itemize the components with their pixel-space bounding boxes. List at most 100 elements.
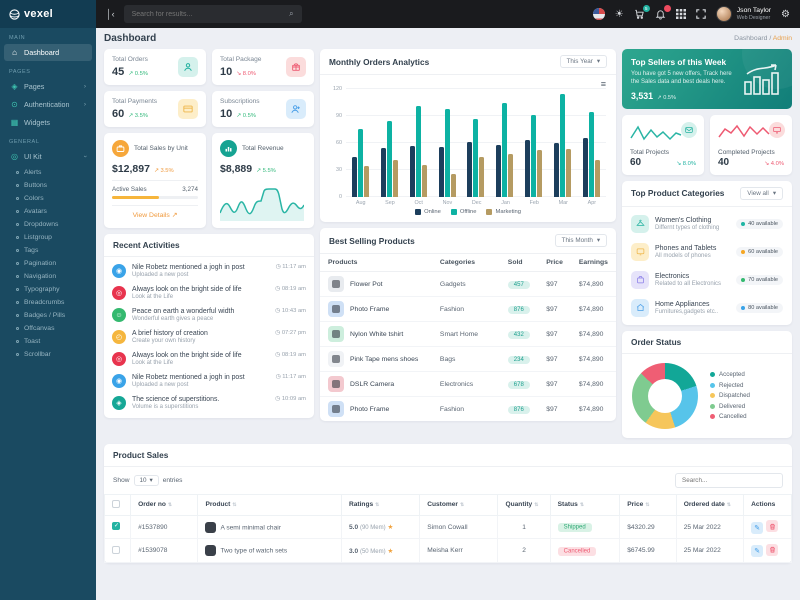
view-details-link[interactable]: View Details ↗ xyxy=(112,205,198,219)
notification-badge xyxy=(664,5,671,12)
sort-icon[interactable]: ⇅ xyxy=(168,502,172,508)
legend-item[interactable]: Rejected xyxy=(710,382,750,389)
sold-badge: 678 xyxy=(508,381,530,389)
user-menu[interactable]: Json Taylor Web Designer xyxy=(716,6,771,22)
sidebar-subitem-buttons[interactable]: Buttons xyxy=(0,179,96,192)
apps-grid-icon[interactable] xyxy=(676,9,686,19)
product-thumbnail xyxy=(205,545,216,556)
sort-icon[interactable]: ⇅ xyxy=(232,502,236,508)
notifications-bell-icon[interactable] xyxy=(655,9,666,20)
theme-toggle-icon[interactable]: ☀ xyxy=(615,9,624,20)
table-row[interactable]: Pink Tape mens shoes Bags 234 $97 $74,89… xyxy=(320,347,616,372)
activity-item[interactable]: ◎ Always look on the bright side of life… xyxy=(112,348,306,370)
breadcrumb-section[interactable]: Dashboard xyxy=(734,35,767,42)
edit-button[interactable]: ✎ xyxy=(751,522,763,534)
delete-button[interactable] xyxy=(766,544,778,556)
sidebar-subitem-navigation[interactable]: Navigation xyxy=(0,270,96,283)
bar-group xyxy=(439,89,456,197)
sort-icon[interactable]: ⇅ xyxy=(460,502,464,508)
credit-card-icon xyxy=(178,99,198,119)
bar-offline xyxy=(531,115,536,197)
sort-icon[interactable]: ⇅ xyxy=(375,502,379,508)
category-item[interactable]: ElectronicsRelated to all Electronics 70… xyxy=(622,266,792,294)
table-row[interactable]: #1537890 A semi minimal chair 5.0 (90 Me… xyxy=(105,515,792,539)
activity-item[interactable]: ◈ The science of superstitions.Volume is… xyxy=(112,392,306,414)
sidebar-item-ui-kit[interactable]: ◎ UI Kit › xyxy=(4,148,92,165)
sidebar-subitem-avatars[interactable]: Avatars xyxy=(0,205,96,218)
table-row[interactable]: Flower Pot Gadgets 457 $97 $74,890 xyxy=(320,272,616,297)
global-search[interactable]: ⌕ xyxy=(124,5,302,23)
table-row[interactable]: DSLR Camera Electronics 678 $97 $74,890 xyxy=(320,372,616,397)
legend-item[interactable]: Marketing xyxy=(486,209,520,215)
activity-item[interactable]: ◉ Nile Robetz mentioned a jogh in postUp… xyxy=(112,370,306,392)
stat-card-subscriptions: Subscriptions 10 ↗ 0.5% xyxy=(212,91,314,127)
search-input[interactable] xyxy=(132,11,290,18)
sidebar-subitem-breadcrumbs[interactable]: Breadcrumbs xyxy=(0,296,96,309)
sidebar-subitem-alerts[interactable]: Alerts xyxy=(0,166,96,179)
delete-button[interactable] xyxy=(766,520,778,532)
sidebar-section-main: MAIN xyxy=(0,28,96,43)
table-row[interactable]: Photo Frame Fashion 876 $97 $74,890 xyxy=(320,397,616,422)
table-row[interactable]: Photo Frame Fashion 876 $97 $74,890 xyxy=(320,297,616,322)
sidebar-item-widgets[interactable]: ▦ Widgets xyxy=(4,114,92,131)
legend-item[interactable]: Accepted xyxy=(710,371,750,378)
sidebar-subitem-offcanvas[interactable]: Offcanvas xyxy=(0,322,96,335)
bar-chart-plot xyxy=(346,89,606,197)
table-row[interactable]: #1539078 Two type of watch sets 3.0 (50 … xyxy=(105,539,792,563)
legend-item[interactable]: Online xyxy=(415,209,441,215)
settings-gear-icon[interactable]: ⚙ xyxy=(781,9,790,20)
activity-item[interactable]: ◎ Always look on the bright side of life… xyxy=(112,282,306,304)
fullscreen-icon[interactable] xyxy=(696,9,706,19)
monitor-icon xyxy=(769,122,785,138)
table-search-input[interactable] xyxy=(675,473,783,488)
sidebar-subitem-dropdowns[interactable]: Dropdowns xyxy=(0,218,96,231)
bullet-icon xyxy=(16,288,19,291)
sidebar-subitem-tags[interactable]: Tags xyxy=(0,244,96,257)
legend-item[interactable]: Dispatched xyxy=(710,392,750,399)
table-row[interactable]: Nylon White tshirt Smart Home 432 $97 $7… xyxy=(320,322,616,347)
activity-item[interactable]: ☺ Peace on earth a wonderful widthWonder… xyxy=(112,304,306,326)
sidebar-item-pages[interactable]: ◈ Pages › xyxy=(4,78,92,95)
month-filter-select[interactable]: This Month▾ xyxy=(555,234,607,247)
sidebar-collapse-icon[interactable]: │‹ xyxy=(106,9,115,19)
view-all-select[interactable]: View all▾ xyxy=(740,187,783,200)
sort-icon[interactable]: ⇅ xyxy=(727,502,731,508)
sidebar-subitem-colors[interactable]: Colors xyxy=(0,192,96,205)
category-item[interactable]: Phones and TabletsAll models of phones 6… xyxy=(622,238,792,266)
sidebar-item-dashboard[interactable]: ⌂ Dashboard xyxy=(4,44,92,61)
category-item[interactable]: Women's ClothingDiffernt types of clothi… xyxy=(622,210,792,238)
sidebar-subitem-pagination[interactable]: Pagination xyxy=(0,257,96,270)
select-all-checkbox[interactable] xyxy=(112,500,120,508)
activity-item[interactable]: ◴ A brief history of creationCreate your… xyxy=(112,326,306,348)
row-checkbox[interactable] xyxy=(112,546,120,554)
sort-icon[interactable]: ⇅ xyxy=(645,502,649,508)
entries-select[interactable]: 10▾ xyxy=(134,475,159,486)
activity-item[interactable]: ◉ Nile Robetz mentioned a jogh in postUp… xyxy=(112,260,306,282)
legend-item[interactable]: Cancelled xyxy=(710,413,750,420)
clothing-hanger-icon xyxy=(631,215,649,233)
year-filter-select[interactable]: This Year▾ xyxy=(560,55,607,68)
search-icon[interactable]: ⌕ xyxy=(289,9,293,19)
brand-logo[interactable]: vexel xyxy=(0,0,96,28)
availability-badge: 70 available xyxy=(736,275,783,285)
recent-activities-card: Recent Activities ◉ Nile Robetz mentione… xyxy=(104,234,314,418)
legend-item[interactable]: Offline xyxy=(451,209,477,215)
camera-icon: ◉ xyxy=(112,374,126,388)
trend-down-icon: ↘ xyxy=(676,161,681,167)
sort-icon[interactable]: ⇅ xyxy=(534,502,538,508)
sidebar-subitem-toast[interactable]: Toast xyxy=(0,335,96,348)
cart-icon[interactable]: 5 xyxy=(634,9,645,20)
row-checkbox[interactable] xyxy=(112,522,120,530)
sidebar-subitem-listgroup[interactable]: Listgroup xyxy=(0,231,96,244)
sort-icon[interactable]: ⇅ xyxy=(580,502,584,508)
target-icon: ◎ xyxy=(112,286,126,300)
sidebar-subitem-badges-pills[interactable]: Badges / Pills xyxy=(0,309,96,322)
edit-button[interactable]: ✎ xyxy=(751,545,763,557)
language-flag-icon[interactable] xyxy=(593,8,605,20)
legend-item[interactable]: Delivered xyxy=(710,403,750,410)
sidebar-subitem-scrollbar[interactable]: Scrollbar xyxy=(0,348,96,361)
sidebar-item-authentication[interactable]: ⊙ Authentication › xyxy=(4,96,92,113)
bar-chart-y-axis: 0306090120 xyxy=(330,89,342,197)
category-item[interactable]: Home AppliancesFurnitures,gadgets etc.. … xyxy=(622,294,792,322)
sidebar-subitem-typography[interactable]: Typography xyxy=(0,283,96,296)
